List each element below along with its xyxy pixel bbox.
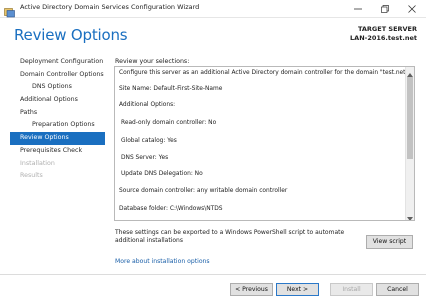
scroll-thumb[interactable] <box>407 77 413 159</box>
cancel-button[interactable]: Cancel <box>376 283 419 296</box>
vertical-scrollbar[interactable] <box>405 67 414 220</box>
export-note: These settings can be exported to a Wind… <box>115 229 345 244</box>
review-line: Source domain controller: any writable d… <box>119 188 288 194</box>
review-summary-box[interactable]: Configure this server as an additional A… <box>114 66 415 221</box>
nav-item-review-options[interactable]: Review Options <box>10 132 105 145</box>
view-script-button[interactable]: View script <box>366 235 413 249</box>
review-selections-label: Review your selections: <box>115 58 190 65</box>
title-bar: Active Directory Domain Services Configu… <box>0 0 426 18</box>
close-button[interactable] <box>398 0 426 18</box>
window-title: Active Directory Domain Services Configu… <box>20 3 200 11</box>
target-server-label: TARGET SERVER <box>357 25 417 33</box>
nav-item-deployment-configuration[interactable]: Deployment Configuration <box>10 56 105 69</box>
footer-divider <box>0 274 426 275</box>
page-title: Review Options <box>14 26 128 44</box>
review-line: Additional Options: <box>119 102 176 108</box>
restore-icon <box>381 5 389 13</box>
review-line: Configure this server as an additional A… <box>119 70 411 76</box>
minimize-button[interactable] <box>344 0 372 18</box>
ad-wizard-icon <box>4 3 15 18</box>
review-line: Global catalog: Yes <box>121 138 177 144</box>
review-line: Read-only domain controller: No <box>121 120 217 126</box>
close-icon <box>408 5 416 13</box>
nav-item-prerequisites-check[interactable]: Prerequisites Check <box>10 145 105 158</box>
chevron-down-icon <box>407 206 413 220</box>
review-line: Update DNS Delegation: No <box>121 171 203 177</box>
review-line: DNS Server: Yes <box>121 155 169 161</box>
nav-item-additional-options[interactable]: Additional Options <box>10 94 105 107</box>
review-line: Site Name: Default-First-Site-Name <box>119 86 223 92</box>
minimize-icon <box>354 5 362 13</box>
nav-item-domain-controller-options[interactable]: Domain Controller Options <box>10 69 105 82</box>
nav-item-paths[interactable]: Paths <box>10 107 105 120</box>
restore-button[interactable] <box>371 0 399 18</box>
more-about-installation-link[interactable]: More about installation options <box>115 258 210 265</box>
scroll-down-arrow[interactable] <box>406 211 414 220</box>
nav-item-preparation-options[interactable]: Preparation Options <box>10 119 105 132</box>
next-button[interactable]: Next > <box>276 283 319 296</box>
review-line: Database folder: C:\Windows\NTDS <box>119 206 223 212</box>
nav-item-installation: Installation <box>20 159 55 167</box>
install-button: Install <box>330 283 373 296</box>
scroll-up-arrow[interactable] <box>406 67 414 77</box>
nav-item-results: Results <box>20 172 43 180</box>
previous-button[interactable]: < Previous <box>230 283 273 296</box>
wizard-steps-nav: Deployment Configuration Domain Controll… <box>10 56 105 183</box>
target-server-name: LAN-2016.test.net <box>350 34 417 42</box>
nav-item-dns-options[interactable]: DNS Options <box>10 81 105 94</box>
